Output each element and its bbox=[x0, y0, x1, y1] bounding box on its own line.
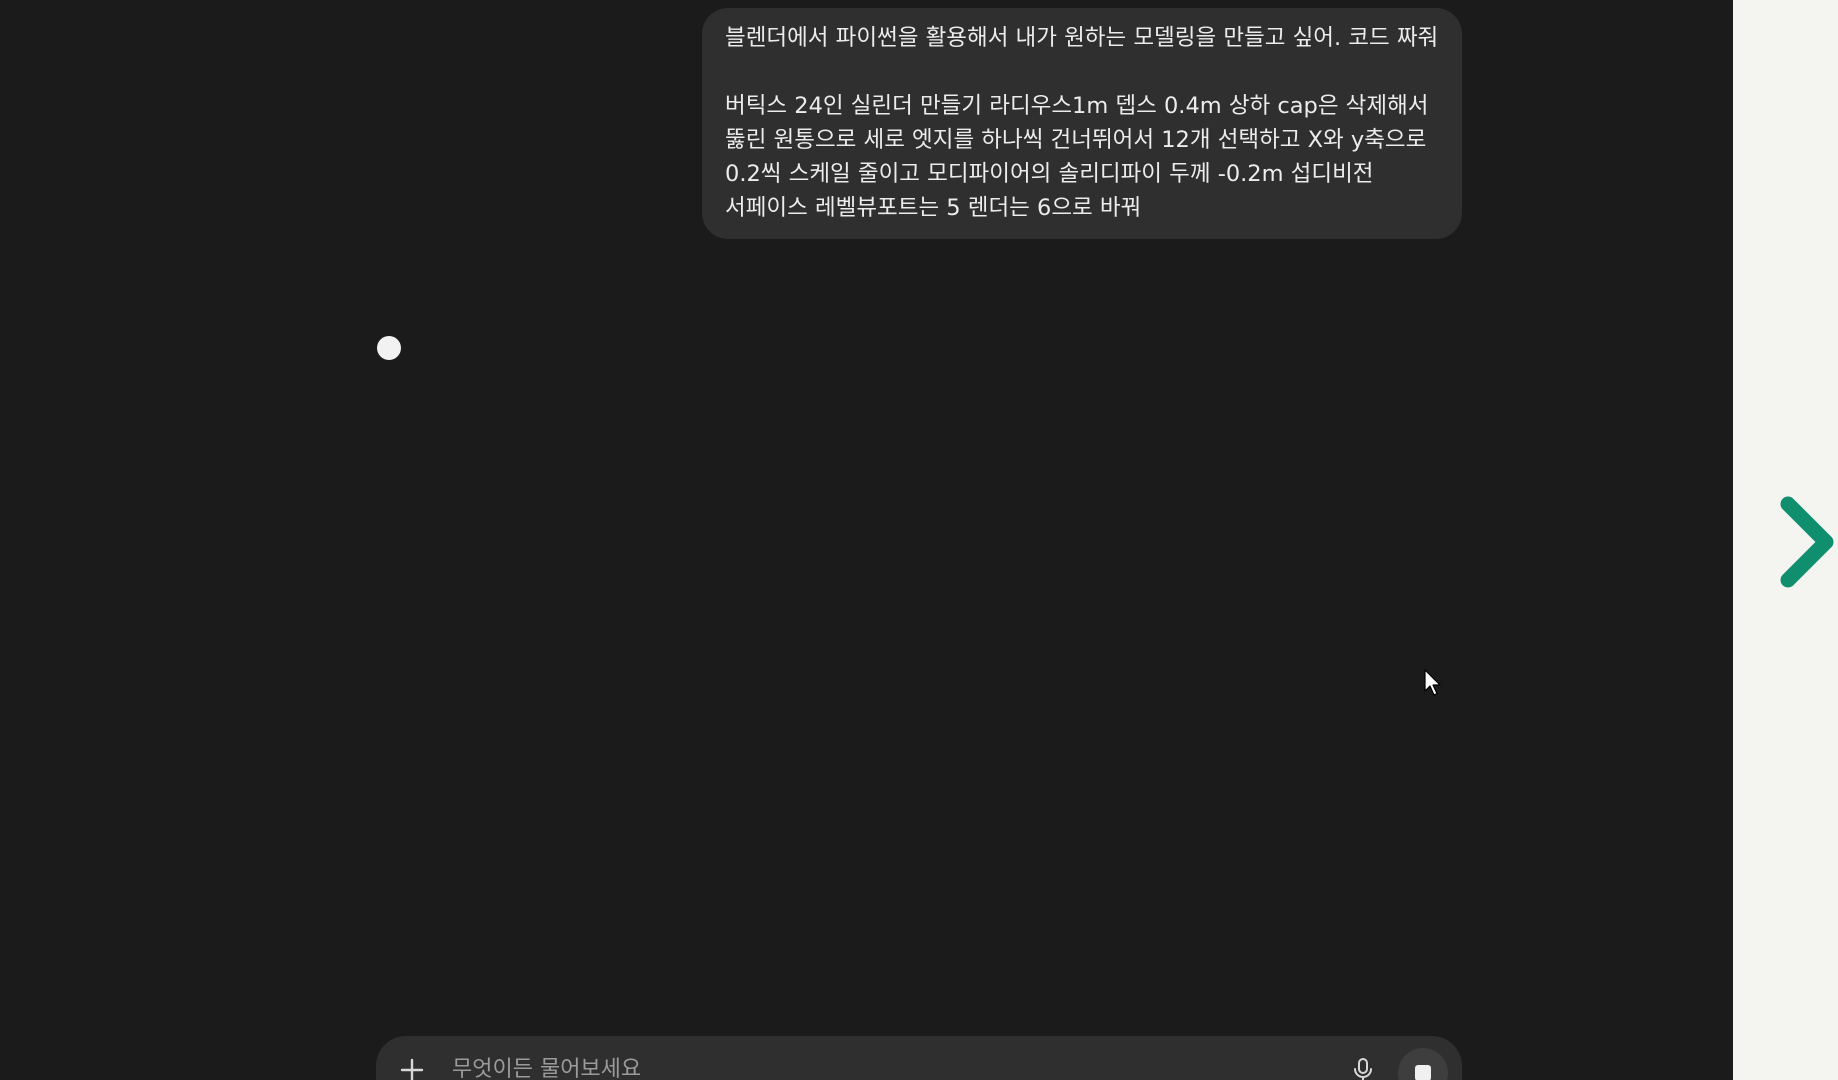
mouse-pointer-icon bbox=[1424, 669, 1441, 696]
user-message-bubble: 블렌더에서 파이썬을 활용해서 내가 원하는 모델링을 만들고 싶어. 코드 짜… bbox=[702, 8, 1462, 239]
message-composer bbox=[376, 1036, 1462, 1080]
stop-button[interactable] bbox=[1398, 1048, 1448, 1080]
plus-icon[interactable] bbox=[398, 1056, 426, 1080]
loading-dot-icon bbox=[377, 336, 401, 360]
chat-area: 블렌더에서 파이썬을 활용해서 내가 원하는 모델링을 만들고 싶어. 코드 짜… bbox=[0, 0, 1733, 1080]
stop-icon bbox=[1415, 1065, 1431, 1080]
microphone-icon[interactable] bbox=[1351, 1056, 1375, 1080]
prompt-input[interactable] bbox=[450, 1050, 1334, 1080]
chevron-right-icon[interactable] bbox=[1778, 494, 1838, 590]
screen: 블렌더에서 파이썬을 활용해서 내가 원하는 모델링을 만들고 싶어. 코드 짜… bbox=[0, 0, 1838, 1080]
